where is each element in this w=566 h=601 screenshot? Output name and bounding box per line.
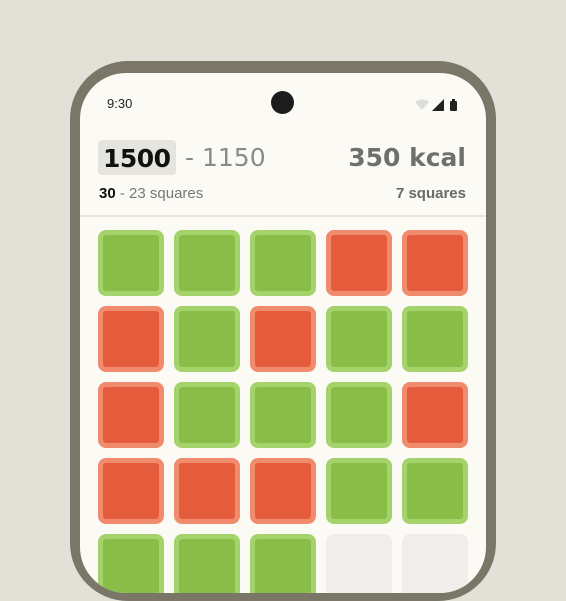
grid-square-green[interactable] bbox=[98, 230, 164, 296]
grid-square-empty[interactable] bbox=[326, 534, 392, 593]
calorie-header: 1500 - 1150 350 kcal 30 - 23 squares 7 s… bbox=[80, 135, 486, 215]
grid-square-green[interactable] bbox=[250, 230, 316, 296]
grid-square-green[interactable] bbox=[98, 534, 164, 593]
grid-square-green[interactable] bbox=[174, 306, 240, 372]
grid-square-green[interactable] bbox=[250, 382, 316, 448]
grid-square-red[interactable] bbox=[250, 458, 316, 524]
grid-square-red[interactable] bbox=[174, 458, 240, 524]
battery-icon bbox=[450, 101, 457, 111]
goal-separator: - bbox=[185, 143, 195, 172]
front-camera bbox=[271, 91, 294, 114]
grid-square-red[interactable] bbox=[326, 230, 392, 296]
grid-square-green[interactable] bbox=[326, 382, 392, 448]
calories-consumed: 350 kcal bbox=[348, 143, 466, 172]
grid-square-green[interactable] bbox=[250, 534, 316, 593]
grid-square-green[interactable] bbox=[326, 306, 392, 372]
squares-separator: - bbox=[119, 185, 125, 202]
header-divider bbox=[80, 215, 486, 217]
grid-square-green[interactable] bbox=[402, 458, 468, 524]
status-bar: 9:30 bbox=[80, 73, 486, 133]
calorie-goal[interactable]: 1500 bbox=[98, 140, 176, 175]
grid-square-green[interactable] bbox=[174, 230, 240, 296]
grid-square-red[interactable] bbox=[402, 382, 468, 448]
calories-remaining: 1150 bbox=[202, 143, 266, 172]
grid-square-green[interactable] bbox=[402, 306, 468, 372]
grid-square-red[interactable] bbox=[250, 306, 316, 372]
grid-square-red[interactable] bbox=[98, 306, 164, 372]
squares-summary: 30 - 23 squares bbox=[99, 184, 203, 204]
grid-square-green[interactable] bbox=[326, 458, 392, 524]
squares-goal: 30 bbox=[99, 185, 116, 202]
grid-square-red[interactable] bbox=[98, 458, 164, 524]
wifi-icon bbox=[415, 99, 429, 110]
status-icons bbox=[415, 99, 457, 111]
grid-square-empty[interactable] bbox=[402, 534, 468, 593]
squares-grid bbox=[98, 230, 468, 593]
grid-square-red[interactable] bbox=[98, 382, 164, 448]
squares-remaining: 23 squares bbox=[129, 185, 204, 202]
cellular-signal-icon bbox=[432, 99, 444, 111]
grid-square-red[interactable] bbox=[402, 230, 468, 296]
status-time: 9:30 bbox=[107, 96, 133, 111]
grid-square-green[interactable] bbox=[174, 382, 240, 448]
grid-square-green[interactable] bbox=[174, 534, 240, 593]
phone-screen: 9:30 1500 - 1150 350 kcal 30 - 23 square… bbox=[80, 73, 486, 593]
squares-used: 7 squares bbox=[395, 185, 466, 202]
